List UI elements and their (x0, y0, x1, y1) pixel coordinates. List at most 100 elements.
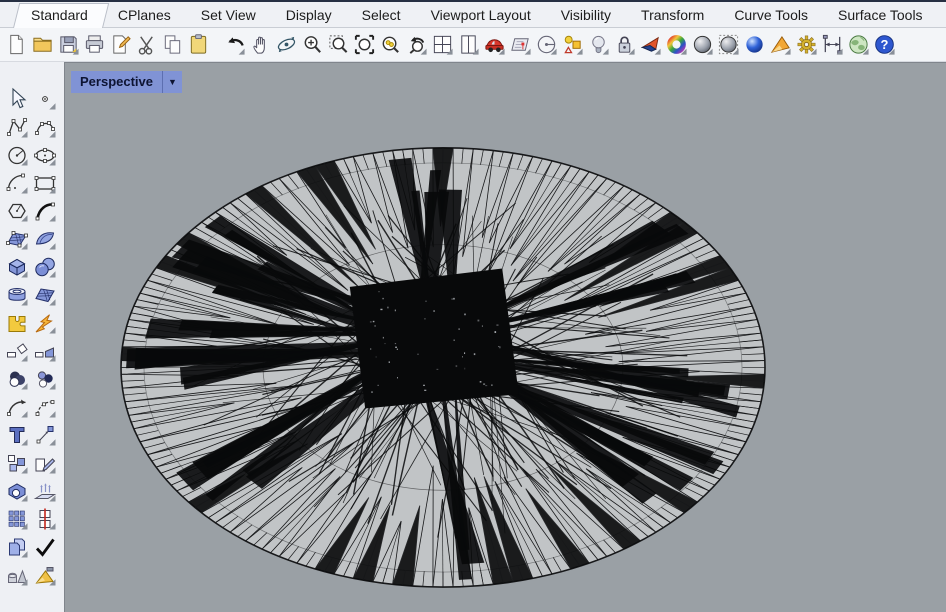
shaded-view-icon[interactable] (689, 31, 715, 58)
undo-icon[interactable] (221, 31, 247, 58)
standard-toolbar: ? (0, 28, 946, 62)
control-point-curve-tool[interactable] (32, 114, 58, 139)
ellipse-tool[interactable] (32, 142, 58, 167)
chamfer-tool[interactable] (32, 338, 58, 363)
trim-tool[interactable] (32, 450, 58, 475)
drape-tool[interactable] (32, 478, 58, 503)
primitives-tool[interactable] (4, 562, 30, 587)
mesh-object[interactable] (65, 63, 946, 612)
save-icon[interactable] (55, 31, 81, 58)
tab-label: Set View (201, 7, 256, 23)
text-tool[interactable] (4, 422, 30, 447)
split-viewport-icon[interactable] (455, 31, 481, 58)
boolean-union-tool[interactable] (4, 366, 30, 391)
surface-corner-tool[interactable] (32, 226, 58, 251)
tab-label: Standard (31, 7, 88, 23)
tab-label: Curve Tools (734, 7, 808, 23)
paste-icon[interactable] (185, 31, 211, 58)
smash-tool[interactable] (32, 310, 58, 335)
rectangle-tool[interactable] (32, 170, 58, 195)
polyline-tool[interactable] (4, 114, 30, 139)
edit-solid-tool[interactable] (4, 478, 30, 503)
tab-viewport-layout[interactable]: Viewport Layout (416, 2, 546, 27)
zoom-selected-icon[interactable] (377, 31, 403, 58)
edit-document-icon[interactable] (107, 31, 133, 58)
cut-icon[interactable] (133, 31, 159, 58)
set-cplane-icon[interactable] (507, 31, 533, 58)
zoom-window-icon[interactable] (325, 31, 351, 58)
tab-visibility[interactable]: Visibility (546, 2, 626, 27)
viewport-title-label[interactable]: Perspective (71, 71, 162, 93)
tab-set-view[interactable]: Set View (186, 2, 271, 27)
polygon-tool[interactable] (4, 198, 30, 223)
tab-label: Visibility (561, 7, 611, 23)
pan-icon[interactable] (247, 31, 273, 58)
zoom-in-icon[interactable] (299, 31, 325, 58)
dimension-icon[interactable] (819, 31, 845, 58)
tab-label: Display (286, 7, 332, 23)
svg-text:?: ? (880, 37, 888, 52)
point-cloud-tool[interactable] (32, 366, 58, 391)
tab-strip: Standard CPlanes Set View Display Select View… (0, 2, 946, 28)
rendered-view-icon[interactable] (741, 31, 767, 58)
rhino-window: Standard CPlanes Set View Display Select View… (0, 0, 946, 612)
curve-through-points-tool[interactable] (32, 394, 58, 419)
print-icon[interactable] (81, 31, 107, 58)
point-tool[interactable] (32, 86, 58, 111)
tab-label: Viewport Layout (431, 7, 531, 23)
sphere-tool[interactable] (32, 254, 58, 279)
tab-display[interactable]: Display (271, 2, 347, 27)
named-view-icon[interactable] (481, 31, 507, 58)
rotate-view-icon[interactable] (273, 31, 299, 58)
cone-analysis-tool[interactable] (32, 562, 58, 587)
blend-curve-tool[interactable] (32, 198, 58, 223)
arc-tool[interactable] (4, 170, 30, 195)
copy-icon[interactable] (159, 31, 185, 58)
spotlight-icon[interactable] (767, 31, 793, 58)
adjust-curve-tool[interactable] (4, 394, 30, 419)
lock-icon[interactable] (611, 31, 637, 58)
check-objects-tool[interactable] (32, 534, 58, 559)
viewport-title[interactable]: Perspective ▼ (71, 71, 182, 93)
split-tool[interactable] (32, 506, 58, 531)
zoom-extents-icon[interactable] (351, 31, 377, 58)
select-tool[interactable] (4, 86, 30, 111)
group-tool[interactable] (4, 450, 30, 475)
surface-control-points-tool[interactable] (4, 226, 30, 251)
surface-network-tool[interactable] (32, 282, 58, 307)
tab-standard[interactable]: Standard (16, 2, 103, 27)
move-point-tool[interactable] (32, 422, 58, 447)
tab-transform[interactable]: Transform (626, 2, 719, 27)
tab-curve-tools[interactable]: Curve Tools (719, 2, 823, 27)
tool-sidebar (0, 62, 64, 612)
viewport-title-dropdown[interactable]: ▼ (162, 71, 182, 93)
new-document-icon[interactable] (3, 31, 29, 58)
circle-tool[interactable] (4, 142, 30, 167)
tab-label: Surface Tools (838, 7, 923, 23)
color-wheel-icon[interactable] (663, 31, 689, 58)
box-tool[interactable] (4, 254, 30, 279)
explode-tool[interactable] (4, 310, 30, 335)
tab-surface-tools[interactable]: Surface Tools (823, 2, 938, 27)
perspective-viewport[interactable]: Perspective ▼ (64, 62, 946, 612)
layers-tool[interactable] (4, 534, 30, 559)
tab-select[interactable]: Select (347, 2, 416, 27)
lights-icon[interactable] (585, 31, 611, 58)
main-area: Perspective ▼ (0, 62, 946, 612)
earth-icon[interactable] (845, 31, 871, 58)
options-gear-icon[interactable] (793, 31, 819, 58)
tab-cplanes[interactable]: CPlanes (103, 2, 186, 27)
tab-label: Transform (641, 7, 704, 23)
fillet-tool[interactable] (4, 338, 30, 363)
viewport-layout-icon[interactable] (429, 31, 455, 58)
selection-filter-icon[interactable] (559, 31, 585, 58)
ghosted-view-icon[interactable] (715, 31, 741, 58)
help-icon[interactable]: ? (871, 31, 897, 58)
open-file-icon[interactable] (29, 31, 55, 58)
array-tool[interactable] (4, 506, 30, 531)
display-mode-icon[interactable] (637, 31, 663, 58)
undo-view-change-icon[interactable] (403, 31, 429, 58)
tab-label: CPlanes (118, 7, 171, 23)
set-view-dial-icon[interactable] (533, 31, 559, 58)
revolve-tool[interactable] (4, 282, 30, 307)
